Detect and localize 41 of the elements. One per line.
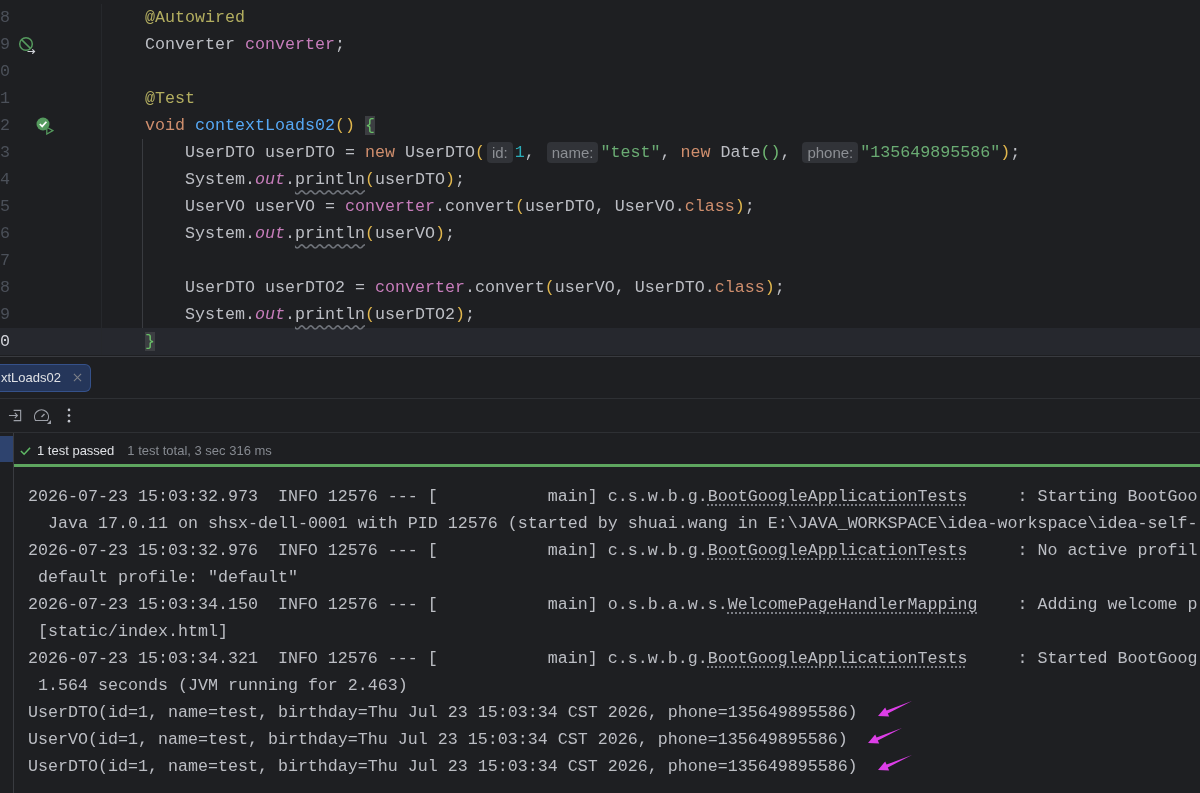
test-summary-text: 1 test total, 3 sec 316 ms — [127, 441, 272, 460]
console-line: default profile: "default" — [38, 567, 298, 588]
class-link[interactable]: BootGoogleApplicationTests — [707, 541, 968, 560]
console-line: 2026-07-23 15:03:32.973 INFO 12576 --- [ main] c.s.w.b.g.BootGoogleApplicationTests : Starting BootGoo — [28, 486, 1198, 507]
test-result-text: 1 test passed — [37, 441, 115, 460]
console-line: 2026-07-23 15:03:34.150 INFO 12576 --- [ main] o.s.b.a.w.s.WelcomePageHandlerMapping : Adding welcome p — [28, 594, 1198, 615]
code-text: @Autowired — [145, 7, 245, 28]
code-text: UserDTO userDTO2 = converter.convert(userVO, UserDTO.class); — [185, 277, 785, 298]
close-icon[interactable] — [73, 373, 82, 382]
console-line: 1.564 seconds (JVM running for 2.463) — [38, 675, 408, 696]
code-text: "135649895586"); — [860, 142, 1021, 163]
code-text: } — [145, 331, 155, 352]
code-text: UserDTO userDTO = new UserDTO( — [185, 142, 485, 163]
console-line: 2026-07-23 15:03:34.321 INFO 12576 --- [ main] c.s.w.b.g.BootGoogleApplicationTests : Started BootGoog — [28, 648, 1198, 669]
run-tab[interactable]: xtLoads02 — [0, 363, 91, 392]
sign-in-icon[interactable] — [8, 408, 23, 423]
run-check-icon[interactable] — [36, 116, 54, 135]
code-text: void contextLoads02() { — [145, 115, 375, 136]
code-text: 1, — [514, 142, 536, 163]
line-number: 0 — [0, 331, 10, 352]
code-text: @Test — [145, 88, 195, 109]
code-text: Converter converter; — [145, 34, 345, 55]
console-line: [static/index.html] — [38, 621, 228, 642]
code-text: "test", new Date(), — [600, 142, 792, 163]
gauge-icon[interactable] — [33, 407, 51, 424]
code-text: System.out.println(userDTO); — [185, 169, 465, 190]
class-link[interactable]: BootGoogleApplicationTests — [707, 487, 968, 506]
code-text: UserVO userVO = converter.convert(userDTO, UserVO.class); — [185, 196, 755, 217]
inlay-hint: id: — [486, 142, 513, 163]
inlay-hint: name: — [546, 142, 599, 163]
console-line: 2026-07-23 15:03:32.976 INFO 12576 --- [ main] c.s.w.b.g.BootGoogleApplicationTests : No active profil — [28, 540, 1198, 561]
inlay-hint: phone: — [802, 142, 859, 163]
class-link[interactable]: BootGoogleApplicationTests — [707, 649, 968, 668]
console-line: UserVO(id=1, name=test, birthday=Thu Jul 23 15:03:34 CST 2026, phone=135649895586) — [28, 729, 848, 750]
code-text: System.out.println(userVO); — [185, 223, 455, 244]
console-line: Java 17.0.11 on shsx-dell-0001 with PID 12576 (started by shuai.wang in E:\JAVA_WORKSPACE\idea-workspace\idea-self- — [47, 513, 1198, 534]
class-link[interactable]: WelcomePageHandlerMapping — [727, 595, 978, 614]
console-line: UserDTO(id=1, name=test, birthday=Thu Jul 23 15:03:34 CST 2026, phone=135649895586) — [28, 756, 858, 777]
console-line: UserDTO(id=1, name=test, birthday=Thu Jul 23 15:03:34 CST 2026, phone=135649895586) — [28, 702, 858, 723]
code-text: System.out.println(userDTO2); — [185, 304, 475, 325]
more-icon[interactable] — [67, 408, 71, 423]
